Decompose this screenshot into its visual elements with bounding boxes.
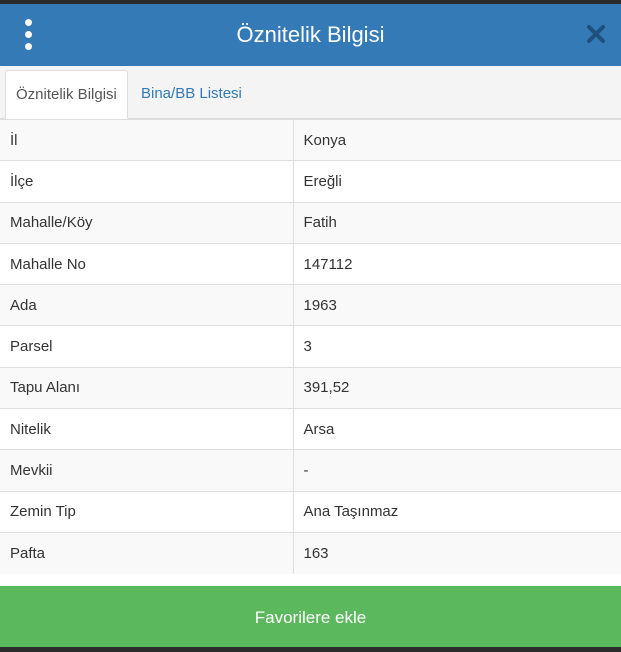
attribute-value: Arsa: [293, 408, 621, 450]
attribute-value: Fatih: [293, 201, 621, 244]
tab-bar: Öznitelik Bilgisi Bina/BB Listesi: [0, 66, 621, 119]
table-row: Mevkii -: [0, 449, 621, 492]
attribute-key: Ada: [0, 284, 294, 326]
attribute-key: Parsel: [0, 325, 294, 368]
attribute-key: Nitelik: [0, 408, 294, 450]
attribute-value: 163: [293, 531, 621, 574]
attribute-key: Mahalle No: [0, 242, 294, 285]
add-to-favorites-button[interactable]: Favorilere ekle: [0, 586, 621, 647]
table-row: İlçe Ereğli: [0, 160, 621, 203]
attribute-value: Ereğli: [293, 160, 621, 203]
table-row: Pafta 163: [0, 531, 621, 574]
attribute-table: İl Konya İlçe Ereğli Mahalle/Köy Fatih Mahalle…: [0, 118, 621, 574]
attribute-value: 3: [293, 325, 621, 368]
attribute-key: Mevkii: [0, 449, 294, 492]
panel-header: Öznitelik Bilgisi: [0, 4, 621, 66]
attribute-value: 147112: [293, 242, 621, 285]
table-row: İl Konya: [0, 118, 621, 161]
kebab-menu-icon[interactable]: [18, 19, 40, 51]
attribute-info-panel: Öznitelik Bilgisi Öznitelik Bilgisi Bina…: [0, 4, 621, 647]
attribute-key: İl: [0, 118, 294, 161]
attribute-value: Konya: [293, 118, 621, 161]
attribute-key: İlçe: [0, 160, 294, 203]
table-row: Parsel 3: [0, 325, 621, 368]
attribute-value: -: [293, 449, 621, 492]
table-row: Tapu Alanı 391,52: [0, 366, 621, 409]
attribute-key: Pafta: [0, 531, 294, 574]
attribute-value: 391,52: [293, 366, 621, 409]
attribute-value: Ana Taşınmaz: [293, 490, 621, 533]
attribute-value: 1963: [293, 284, 621, 326]
attribute-key: Mahalle/Köy: [0, 201, 294, 244]
table-row: Mahalle/Köy Fatih: [0, 201, 621, 244]
attribute-key: Tapu Alanı: [0, 366, 294, 409]
panel-title: Öznitelik Bilgisi: [236, 22, 385, 47]
table-row: Nitelik Arsa: [0, 408, 621, 450]
tab-attribute-info[interactable]: Öznitelik Bilgisi: [5, 70, 128, 119]
close-icon[interactable]: [585, 23, 607, 45]
table-row: Mahalle No 147112: [0, 242, 621, 285]
tab-building-list[interactable]: Bina/BB Listesi: [131, 70, 252, 118]
attribute-key: Zemin Tip: [0, 490, 294, 533]
table-row: Zemin Tip Ana Taşınmaz: [0, 490, 621, 533]
table-row: Ada 1963: [0, 284, 621, 326]
